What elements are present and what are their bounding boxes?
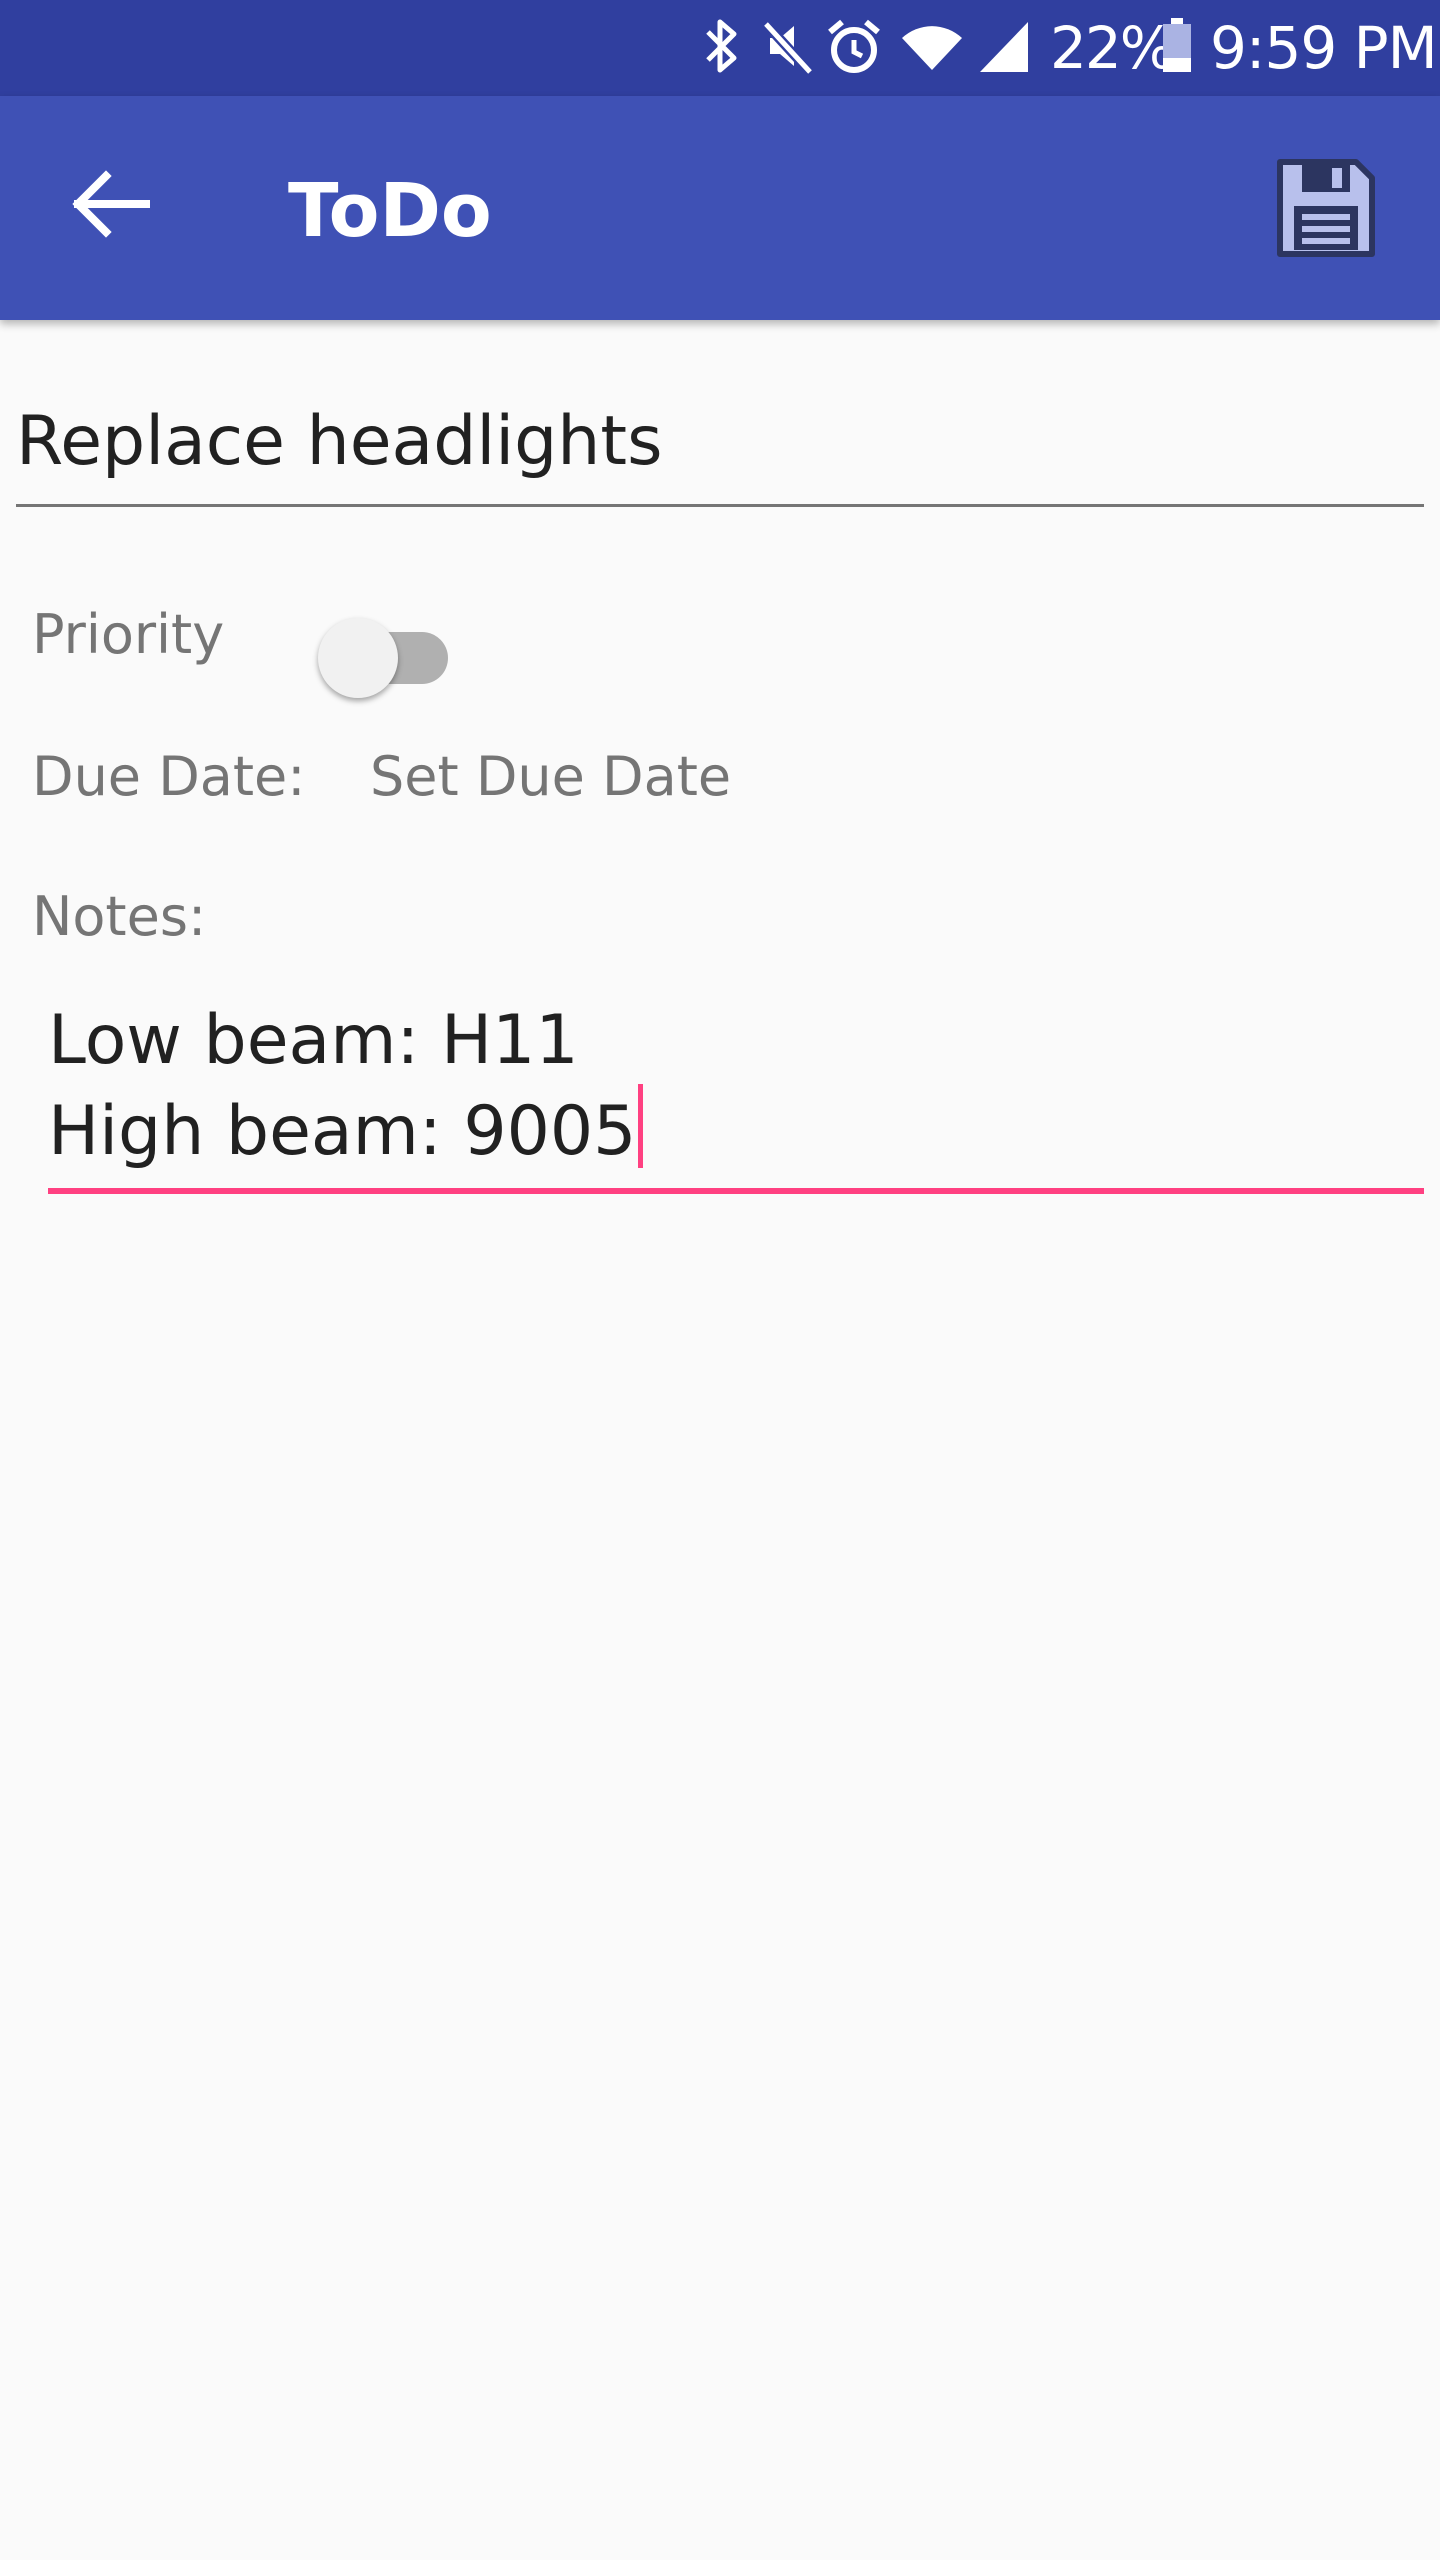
notes-line: Low beam: H11 <box>48 1001 579 1080</box>
text-caret <box>638 1084 644 1168</box>
save-button[interactable] <box>1268 150 1384 266</box>
due-date-label: Due Date: <box>32 745 306 808</box>
notes-label: Notes: <box>32 885 207 948</box>
battery-icon <box>1160 16 1194 76</box>
clock: 9:59 PM <box>1210 14 1438 82</box>
wifi-icon <box>900 16 964 76</box>
app-bar: ToDo <box>0 96 1440 320</box>
floppy-disk-icon <box>1277 159 1375 257</box>
notes-input[interactable]: Low beam: H11 High beam: 9005 <box>48 998 1424 1194</box>
switch-thumb <box>318 618 398 698</box>
status-bar: 22% 9:59 PM <box>0 0 1440 96</box>
priority-label: Priority <box>32 603 225 666</box>
bluetooth-icon <box>700 16 744 76</box>
priority-switch[interactable] <box>318 610 450 698</box>
alarm-icon <box>826 16 882 76</box>
notes-line: High beam: 9005 <box>48 1092 637 1171</box>
battery-percent: 22% <box>1050 14 1175 82</box>
arrow-left-icon <box>72 170 150 238</box>
mute-icon <box>762 16 816 76</box>
set-due-date-button[interactable]: Set Due Date <box>370 742 731 812</box>
app-title: ToDo <box>288 168 492 254</box>
notes-line-with-caret: High beam: 9005 <box>48 1084 1424 1175</box>
back-button[interactable] <box>60 154 160 254</box>
signal-icon <box>978 16 1030 76</box>
title-input[interactable]: Replace headlights <box>16 392 1424 507</box>
